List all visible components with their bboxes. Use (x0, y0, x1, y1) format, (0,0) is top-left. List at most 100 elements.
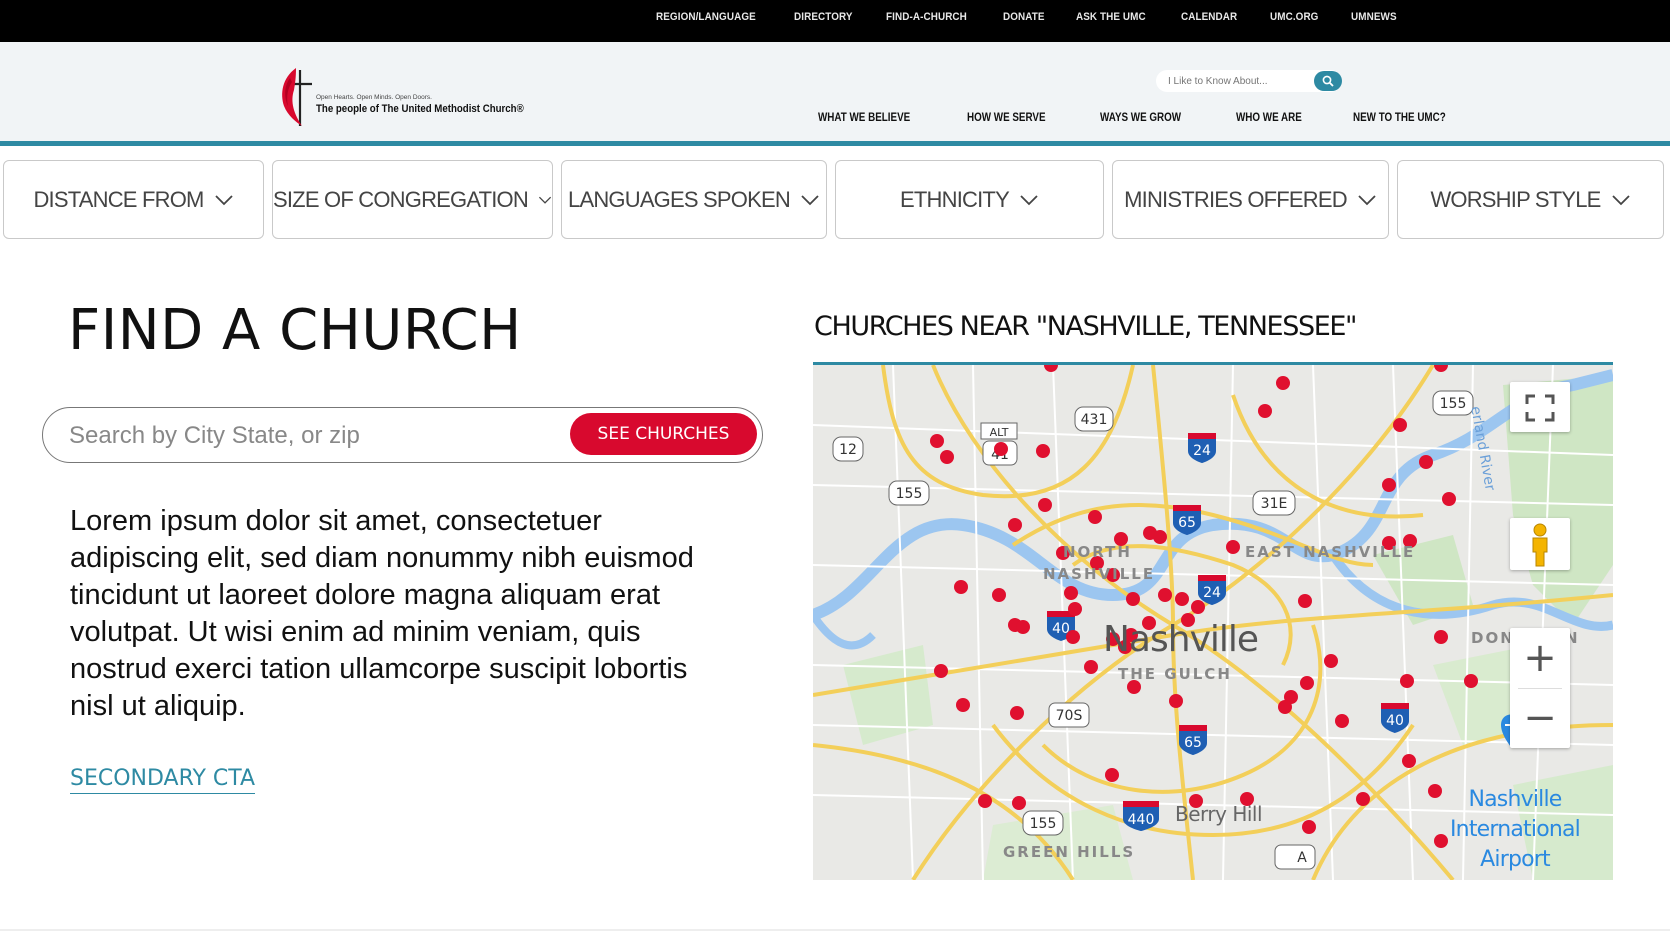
svg-text:65: 65 (1184, 735, 1202, 751)
church-marker[interactable] (934, 664, 948, 678)
nav-how-we-serve[interactable]: HOW WE SERVE (967, 110, 1046, 124)
church-marker[interactable] (1084, 660, 1098, 674)
church-marker[interactable] (1335, 714, 1349, 728)
zoom-out-button[interactable]: − (1510, 688, 1570, 748)
utility-link-directory[interactable]: DIRECTORY (794, 11, 853, 23)
church-marker[interactable] (1276, 376, 1290, 390)
filter-languages-spoken[interactable]: LANGUAGES SPOKEN (561, 160, 827, 239)
church-marker[interactable] (1175, 592, 1189, 606)
church-marker[interactable] (1068, 602, 1082, 616)
church-marker[interactable] (1434, 630, 1448, 644)
zoom-in-button[interactable]: + (1510, 628, 1570, 688)
church-marker[interactable] (1442, 492, 1456, 506)
header-search (1156, 70, 1342, 92)
pegman-icon (1532, 523, 1548, 567)
church-marker[interactable] (1169, 694, 1183, 708)
brand-org-name: The people of The United Methodist Churc… (316, 103, 524, 115)
chevron-down-icon (1020, 194, 1038, 205)
utility-link-calendar[interactable]: CALENDAR (1181, 11, 1237, 23)
church-marker[interactable] (956, 698, 970, 712)
filter-size-of-congregation[interactable]: SIZE OF CONGREGATION (272, 160, 553, 239)
filter-label: LANGUAGES SPOKEN (568, 186, 791, 212)
church-marker[interactable] (1356, 792, 1370, 806)
church-marker[interactable] (1300, 676, 1314, 690)
church-map[interactable]: 431 24 12 ALT 41 155 31E 65 24 40 70S 65… (813, 362, 1613, 880)
church-marker[interactable] (1088, 510, 1102, 524)
utility-link-umc-org[interactable]: UMC.ORG (1270, 11, 1318, 23)
map-area-label-north: NORTH (1063, 543, 1132, 561)
header-search-button[interactable] (1314, 71, 1342, 91)
filter-ethnicity[interactable]: ETHNICITY (835, 160, 1104, 239)
church-marker[interactable] (994, 442, 1008, 456)
nav-who-we-are[interactable]: WHO WE ARE (1236, 110, 1302, 124)
airport-label-line2: International (1449, 817, 1581, 842)
church-marker[interactable] (1126, 592, 1140, 606)
church-marker[interactable] (1158, 588, 1172, 602)
church-marker[interactable] (954, 580, 968, 594)
church-marker[interactable] (1258, 404, 1272, 418)
utility-link-find-a-church[interactable]: FIND-A-CHURCH (886, 11, 967, 23)
svg-text:155: 155 (1440, 396, 1467, 412)
svg-text:155: 155 (1030, 816, 1057, 832)
church-marker[interactable] (1402, 754, 1416, 768)
svg-text:31E: 31E (1261, 496, 1288, 512)
nav-new-to-the-umc[interactable]: NEW TO THE UMC? (1353, 110, 1446, 124)
church-marker[interactable] (1226, 540, 1240, 554)
map-area-label-east-nashville: EAST NASHVILLE (1245, 543, 1416, 561)
church-search-input[interactable] (69, 421, 549, 451)
utility-bar: REGION/LANGUAGE DIRECTORY FIND-A-CHURCH … (0, 0, 1670, 42)
church-marker[interactable] (1419, 455, 1433, 469)
church-search: SEE CHURCHES (42, 407, 763, 463)
airport-label-line1: Nashville (1468, 787, 1562, 812)
airport-label-line3: Airport (1480, 847, 1551, 872)
page-title: FIND A CHURCH (68, 298, 522, 363)
church-marker[interactable] (1302, 820, 1316, 834)
filter-label: DISTANCE FROM (33, 186, 204, 212)
svg-text:40: 40 (1386, 713, 1404, 729)
see-churches-button[interactable]: SEE CHURCHES (570, 413, 757, 455)
map-city-label: Nashville (1103, 619, 1259, 660)
church-marker[interactable] (1393, 418, 1407, 432)
church-marker[interactable] (1105, 768, 1119, 782)
utility-link-umnews[interactable]: UMNEWS (1351, 11, 1397, 23)
street-view-button[interactable] (1510, 518, 1570, 570)
chevron-down-icon (1611, 194, 1630, 205)
church-marker[interactable] (1278, 700, 1292, 714)
church-marker[interactable] (1012, 796, 1026, 810)
church-marker[interactable] (1191, 600, 1205, 614)
main-nav: WHAT WE BELIEVE HOW WE SERVE WAYS WE GRO… (818, 110, 1503, 124)
filter-ministries-offered[interactable]: MINISTRIES OFFERED (1112, 160, 1389, 239)
church-marker[interactable] (1016, 620, 1030, 634)
church-marker[interactable] (930, 434, 944, 448)
church-marker[interactable] (1008, 518, 1022, 532)
utility-link-donate[interactable]: DONATE (1003, 11, 1045, 23)
secondary-cta-link[interactable]: SECONDARY CTA (70, 766, 256, 794)
fullscreen-button[interactable] (1510, 382, 1570, 432)
church-marker[interactable] (1036, 444, 1050, 458)
church-marker[interactable] (1010, 706, 1024, 720)
utility-link-region[interactable]: REGION/LANGUAGE (656, 11, 756, 23)
church-marker[interactable] (1153, 530, 1167, 544)
church-marker[interactable] (1038, 498, 1052, 512)
nav-ways-we-grow[interactable]: WAYS WE GROW (1100, 110, 1181, 124)
church-marker[interactable] (1400, 674, 1414, 688)
church-marker[interactable] (940, 450, 954, 464)
site-logo[interactable]: Open Hearts. Open Minds. Open Doors. The… (278, 62, 578, 128)
chevron-down-icon (538, 196, 552, 204)
header-search-input[interactable] (1168, 74, 1308, 88)
church-marker[interactable] (1298, 594, 1312, 608)
filter-distance-from[interactable]: DISTANCE FROM (3, 160, 264, 239)
map-area-label-donelson-left: DON (1471, 629, 1515, 647)
church-marker[interactable] (992, 588, 1006, 602)
church-marker[interactable] (1324, 654, 1338, 668)
filter-label: MINISTRIES OFFERED (1124, 186, 1348, 212)
route-shield-155-west: 155 (888, 480, 930, 506)
church-marker[interactable] (1464, 674, 1478, 688)
church-marker[interactable] (1382, 478, 1396, 492)
filter-worship-style[interactable]: WORSHIP STYLE (1397, 160, 1664, 239)
church-marker[interactable] (1064, 586, 1078, 600)
church-marker[interactable] (1066, 630, 1080, 644)
nav-what-we-believe[interactable]: WHAT WE BELIEVE (818, 110, 910, 124)
utility-link-ask-the-umc[interactable]: ASK THE UMC (1076, 11, 1146, 23)
church-marker[interactable] (978, 794, 992, 808)
